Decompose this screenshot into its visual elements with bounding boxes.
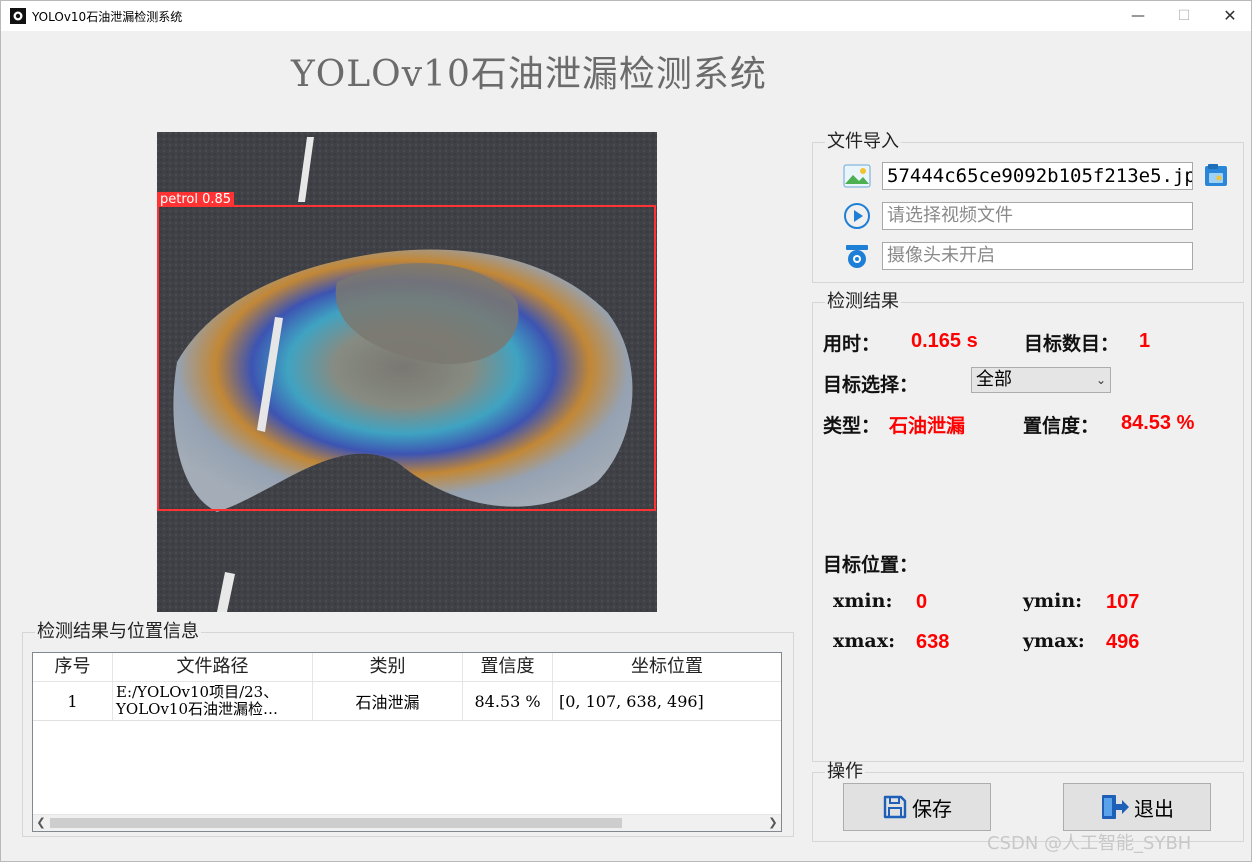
camera-status-field[interactable]: 摄像头未开启 xyxy=(882,242,1193,270)
watermark: CSDN @人工智能_SYBH xyxy=(987,833,1192,854)
scrollbar-thumb[interactable] xyxy=(50,818,622,828)
time-value: 0.165 s xyxy=(911,330,978,352)
type-value: 石油泄漏 xyxy=(889,415,966,437)
scroll-left-icon[interactable]: ❮ xyxy=(33,815,49,831)
minimize-button[interactable]: — xyxy=(1115,1,1161,31)
scroll-right-icon[interactable]: ❯ xyxy=(765,815,781,831)
row-file-path-line1: E:/YOLOv10项目/23、 xyxy=(116,683,279,701)
horizontal-scrollbar[interactable]: ❮ ❯ xyxy=(33,814,781,831)
detection-image: petrol 0.85 xyxy=(157,132,657,612)
file-import-title: 文件导入 xyxy=(825,131,901,152)
operations-title: 操作 xyxy=(825,761,865,782)
header-index[interactable]: 序号 xyxy=(33,653,113,681)
title-bar: YOLOv10石油泄漏检测系统 — ☐ ✕ xyxy=(1,1,1251,31)
exit-button[interactable]: 退出 xyxy=(1063,783,1211,831)
row-confidence: 84.53 % xyxy=(463,682,553,720)
close-button[interactable]: ✕ xyxy=(1207,1,1252,31)
camera-icon[interactable] xyxy=(843,242,871,270)
target-select-label: 目标选择： xyxy=(823,374,919,396)
row-file-path: E:/YOLOv10项目/23、 YOLOv10石油泄漏检… xyxy=(113,682,313,720)
table-header: 序号 文件路径 类别 置信度 坐标位置 xyxy=(33,653,781,682)
type-label: 类型： xyxy=(823,415,881,437)
ymin-value: 107 xyxy=(1106,591,1140,613)
time-label: 用时： xyxy=(823,333,881,355)
row-file-path-line2: YOLOv10石油泄漏检… xyxy=(116,700,279,718)
save-button-label: 保存 xyxy=(912,796,952,821)
row-class: 石油泄漏 xyxy=(313,682,463,720)
image-file-field[interactable]: 57444c65ce9092b105f213e5.jpg xyxy=(882,162,1193,190)
row-index: 1 xyxy=(33,682,113,720)
window-title: YOLOv10石油泄漏检测系统 xyxy=(32,10,183,24)
ymax-value: 496 xyxy=(1106,631,1140,653)
video-file-field[interactable]: 请选择视频文件 xyxy=(882,202,1193,230)
target-count-label: 目标数目： xyxy=(1024,333,1120,355)
confidence-label: 置信度： xyxy=(1023,415,1100,437)
chevron-down-icon: ⌄ xyxy=(1095,373,1106,387)
header-file-path[interactable]: 文件路径 xyxy=(113,653,313,681)
video-play-icon[interactable] xyxy=(843,202,871,230)
save-button[interactable]: 保存 xyxy=(843,783,991,831)
detection-results-title: 检测结果 xyxy=(825,291,901,312)
header-confidence[interactable]: 置信度 xyxy=(463,653,553,681)
xmin-value: 0 xyxy=(916,591,928,613)
open-folder-icon[interactable] xyxy=(1202,162,1230,190)
target-position-label: 目标位置： xyxy=(823,554,919,576)
target-count-value: 1 xyxy=(1139,330,1151,352)
app-heading: YOLOv10石油泄漏检测系统 xyxy=(291,54,767,95)
app-logo-icon xyxy=(10,8,26,24)
detection-label: petrol 0.85 xyxy=(157,192,235,207)
app-window: YOLOv10石油泄漏检测系统 — ☐ ✕ YOLOv10石油泄漏检测系统 pe… xyxy=(0,0,1252,862)
xmax-value: 638 xyxy=(916,631,950,653)
ymin-label: ymin: xyxy=(1023,590,1083,612)
exit-icon xyxy=(1102,795,1129,819)
maximize-button[interactable]: ☐ xyxy=(1161,1,1207,31)
results-table-title: 检测结果与位置信息 xyxy=(35,621,201,642)
save-icon xyxy=(883,795,907,819)
row-coordinates: [0, 107, 638, 496] xyxy=(559,691,704,711)
xmin-label: xmin: xyxy=(833,590,893,612)
results-table[interactable]: 序号 文件路径 类别 置信度 坐标位置 1 E:/YOLOv10项目/23、 Y… xyxy=(32,652,782,832)
header-class[interactable]: 类别 xyxy=(313,653,463,681)
target-select-dropdown[interactable]: 全部 ⌄ xyxy=(971,367,1111,393)
image-file-icon[interactable] xyxy=(843,162,871,190)
exit-button-label: 退出 xyxy=(1134,796,1174,821)
table-row[interactable]: 1 E:/YOLOv10项目/23、 YOLOv10石油泄漏检… 石油泄漏 84… xyxy=(33,682,781,721)
target-select-value: 全部 xyxy=(976,369,1012,390)
header-coordinates[interactable]: 坐标位置 xyxy=(553,653,781,681)
xmax-label: xmax: xyxy=(833,630,896,652)
ymax-label: ymax: xyxy=(1023,630,1085,652)
confidence-value: 84.53 % xyxy=(1121,412,1195,434)
